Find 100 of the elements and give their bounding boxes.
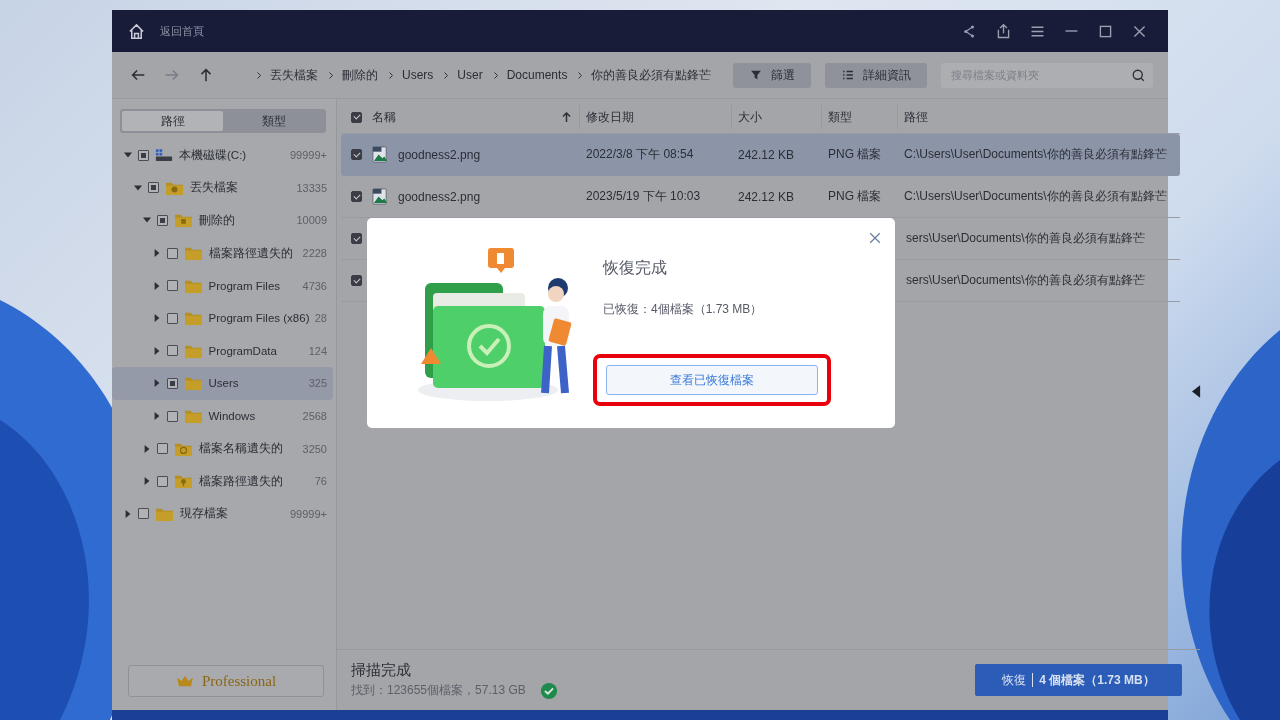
collapse-arrow-icon[interactable] bbox=[143, 216, 151, 225]
breadcrumb-link[interactable]: User bbox=[457, 68, 483, 82]
breadcrumb-link[interactable]: Documents bbox=[506, 68, 568, 82]
checkbox[interactable] bbox=[166, 377, 178, 389]
tree-item[interactable]: Program Files (x86) 28 bbox=[112, 301, 333, 335]
expand-arrow-icon[interactable] bbox=[152, 281, 161, 290]
checkbox[interactable] bbox=[157, 475, 168, 487]
expand-arrow-icon[interactable] bbox=[152, 379, 161, 388]
checkbox[interactable] bbox=[138, 508, 149, 520]
tree-label[interactable]: 本機磁碟(C:) bbox=[179, 147, 284, 163]
item-count: 99999+ bbox=[290, 149, 327, 162]
sidebar-tab[interactable]: 類型 bbox=[223, 111, 324, 131]
item-count: 2568 bbox=[302, 410, 327, 423]
expand-arrow-icon[interactable] bbox=[143, 444, 151, 453]
checkbox[interactable] bbox=[166, 312, 178, 324]
tree-label[interactable]: 檔案名稱遺失的 bbox=[199, 441, 297, 457]
column-title: 修改日期 bbox=[586, 108, 634, 126]
checkbox[interactable] bbox=[157, 443, 168, 455]
table-cell-text: 242.12 KB bbox=[738, 147, 796, 162]
table-row[interactable]: goodness2.png 2022/3/8 下午 08:54 242.12 KB PNG 檔案 C:\Users\User\Documents\你的善良必須有點鋒芒 bbox=[341, 134, 1180, 176]
expand-arrow-icon[interactable] bbox=[124, 509, 132, 518]
checkbox[interactable] bbox=[351, 111, 362, 123]
table-cell-text: 2022/3/8 下午 08:54 bbox=[586, 146, 695, 163]
table-cell-text: 2023/5/19 下午 10:03 bbox=[586, 188, 702, 205]
tree-label[interactable]: 檔案路徑遺失的 bbox=[208, 245, 297, 261]
folder-icon bbox=[183, 375, 203, 392]
tree-label[interactable]: ProgramData bbox=[208, 344, 303, 357]
tree-item[interactable]: ProgramData 124 bbox=[112, 334, 333, 368]
recover-button[interactable]: 恢復 4 個檔案（1.73 MB） bbox=[975, 664, 1182, 696]
expand-arrow-icon[interactable] bbox=[152, 346, 161, 355]
chevron-icon bbox=[443, 70, 450, 80]
tree-item[interactable]: 本機磁碟(C:) 99999+ bbox=[112, 139, 333, 172]
column-header[interactable]: 大小 bbox=[738, 105, 822, 129]
table-cell-text: 242.12 KB bbox=[738, 189, 796, 204]
checkbox[interactable] bbox=[351, 191, 362, 202]
tree-label[interactable]: 刪除的 bbox=[199, 213, 291, 228]
checkbox[interactable] bbox=[157, 215, 168, 226]
tree-item[interactable]: Users 325 bbox=[112, 367, 333, 400]
tree-item[interactable]: 檔案路徑遺失的 2228 bbox=[112, 236, 333, 270]
dialog-message: 已恢復：4個檔案（1.73 MB） bbox=[603, 301, 764, 318]
tree-label[interactable]: Windows bbox=[208, 410, 297, 423]
checkbox[interactable] bbox=[147, 182, 159, 194]
details-button[interactable]: 詳細資訊 bbox=[825, 62, 927, 88]
tree-label[interactable]: 現存檔案 bbox=[180, 506, 284, 522]
expand-arrow-icon[interactable] bbox=[152, 412, 161, 421]
column-title: 名稱 bbox=[372, 108, 396, 126]
chevron-icon bbox=[577, 70, 584, 80]
breadcrumb-link[interactable]: 你的善良必須有點鋒芒 bbox=[591, 66, 712, 84]
collapse-arrow-icon[interactable] bbox=[133, 183, 142, 192]
chevron-icon bbox=[492, 70, 499, 80]
sidebar-tab[interactable]: 路徑 bbox=[122, 111, 223, 131]
chevron-icon bbox=[388, 70, 394, 80]
tree-item[interactable]: Windows 2568 bbox=[112, 399, 333, 433]
column-header[interactable]: 名稱 bbox=[372, 105, 580, 129]
expand-arrow-icon[interactable] bbox=[152, 249, 161, 258]
breadcrumb-link[interactable]: 丟失檔案 bbox=[270, 66, 318, 84]
tree-item[interactable]: 丟失檔案 13335 bbox=[112, 171, 333, 205]
item-count: 124 bbox=[308, 344, 327, 357]
collapse-arrow-icon[interactable] bbox=[124, 151, 132, 160]
checkbox[interactable] bbox=[166, 345, 178, 357]
tree-item[interactable]: Program Files 4736 bbox=[112, 269, 333, 302]
item-count: 13335 bbox=[296, 181, 327, 194]
search-icon bbox=[1131, 67, 1146, 83]
tree-item[interactable]: 現存檔案 99999+ bbox=[112, 497, 333, 531]
column-header[interactable]: 路徑 bbox=[904, 105, 1174, 129]
dialog-title: 恢復完成 bbox=[603, 258, 668, 278]
filter-button[interactable]: 篩選 bbox=[733, 62, 811, 88]
checkbox[interactable] bbox=[138, 149, 149, 161]
image-file-icon bbox=[372, 146, 389, 163]
column-title: 大小 bbox=[738, 108, 762, 126]
view-recovered-files-button[interactable]: 查看已恢復檔案 bbox=[606, 365, 818, 395]
checkbox[interactable] bbox=[166, 280, 178, 292]
checkbox[interactable] bbox=[351, 233, 362, 244]
column-header[interactable]: 修改日期 bbox=[586, 105, 732, 129]
tree-label[interactable]: Program Files bbox=[208, 279, 297, 292]
tree-item[interactable]: 刪除的 10009 bbox=[112, 204, 333, 237]
tree-label[interactable]: Program Files (x86) bbox=[208, 312, 309, 325]
table-cell: sers\User\Documents\你的善良必須有點鋒芒 bbox=[906, 230, 1145, 247]
checkbox[interactable] bbox=[166, 247, 178, 259]
tree-label[interactable]: 丟失檔案 bbox=[189, 180, 291, 196]
checkbox[interactable] bbox=[351, 275, 362, 286]
column-header[interactable]: 類型 bbox=[828, 105, 898, 129]
expand-arrow-icon[interactable] bbox=[143, 477, 151, 486]
expand-arrow-icon[interactable] bbox=[152, 314, 161, 323]
tree-item[interactable]: 檔案名稱遺失的 3250 bbox=[112, 432, 333, 465]
status-title: 掃描完成 bbox=[351, 660, 412, 680]
table-cell: sers\User\Documents\你的善良必須有點鋒芒 bbox=[906, 272, 1145, 289]
image-file-icon bbox=[372, 188, 389, 205]
breadcrumb-link[interactable]: Users bbox=[402, 68, 434, 82]
folder-icon bbox=[183, 310, 203, 327]
back-home-link[interactable]: 返回首頁 bbox=[160, 23, 952, 39]
checkbox[interactable] bbox=[351, 149, 362, 160]
column-title: 路徑 bbox=[904, 108, 928, 126]
table-cell-text: PNG 檔案 bbox=[828, 146, 883, 163]
breadcrumb-link[interactable]: 刪除的 bbox=[342, 66, 378, 84]
checkbox[interactable] bbox=[166, 410, 178, 422]
tree-label[interactable]: 檔案路徑遺失的 bbox=[199, 473, 309, 489]
tree-item[interactable]: 檔案路徑遺失的 76 bbox=[112, 464, 333, 498]
collapse-panel-icon[interactable] bbox=[1192, 385, 1201, 398]
tree-label[interactable]: Users bbox=[208, 377, 303, 390]
